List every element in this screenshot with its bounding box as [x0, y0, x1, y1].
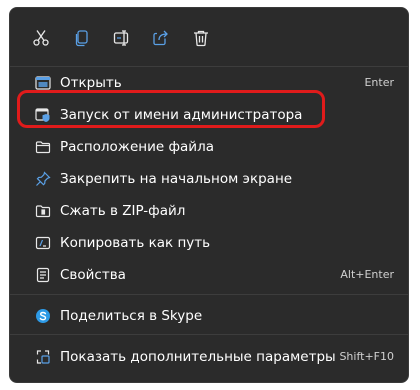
menu-item-label: Свойства [60, 267, 126, 283]
pin-icon [34, 170, 52, 188]
menu-item-run-as-admin[interactable]: Запуск от имени администратора [14, 100, 404, 130]
menu-item-shortcut: Enter [364, 76, 394, 89]
copy-path-icon [34, 234, 52, 252]
menu-item-file-location[interactable]: Расположение файла [14, 132, 404, 162]
cut-button[interactable] [27, 24, 55, 52]
menu-item-label: Открыть [60, 75, 122, 91]
delete-button[interactable] [187, 24, 215, 52]
quick-actions-toolbar [10, 8, 408, 64]
menu-item-shortcut: Shift+F10 [339, 350, 394, 363]
properties-icon [34, 266, 52, 284]
copy-button[interactable] [68, 24, 96, 52]
menu-item-show-more-options[interactable]: Показать дополнительные параметры Shift+… [14, 342, 404, 372]
menu-item-label: Расположение файла [60, 139, 214, 155]
copy-icon [75, 30, 88, 47]
menu-item-label: Копировать как путь [60, 235, 211, 251]
folder-icon [34, 138, 52, 156]
menu-divider [10, 294, 408, 295]
more-options-icon [34, 348, 52, 366]
menu-item-share-skype[interactable]: Поделиться в Skype [14, 301, 404, 331]
menu-item-pin-to-start[interactable]: Закрепить на начальном экране [14, 164, 404, 194]
menu-divider [10, 334, 408, 335]
menu-item-properties[interactable]: Свойства Alt+Enter [14, 260, 404, 290]
delete-icon [194, 30, 208, 47]
rename-button[interactable] [108, 24, 136, 52]
toolbar-divider [10, 66, 408, 67]
menu-item-shortcut: Alt+Enter [340, 268, 394, 281]
menu-item-label: Показать дополнительные параметры [60, 349, 336, 365]
menu-item-compress-zip[interactable]: Сжать в ZIP-файл [14, 196, 404, 226]
shield-icon [34, 106, 52, 124]
zip-folder-icon [34, 202, 52, 220]
menu-item-label: Поделиться в Skype [60, 308, 203, 324]
skype-icon [34, 307, 52, 325]
menu-item-copy-as-path[interactable]: Копировать как путь [14, 228, 404, 258]
cut-icon [33, 30, 49, 46]
menu-item-label: Сжать в ZIP-файл [60, 203, 186, 219]
rename-icon [113, 30, 129, 46]
menu-item-open[interactable]: Открыть Enter [14, 68, 404, 98]
share-icon [153, 30, 168, 46]
open-app-icon [34, 74, 52, 92]
share-button[interactable] [147, 24, 175, 52]
context-menu: Открыть Enter Запуск от имени администра… [9, 7, 409, 383]
menu-item-label: Закрепить на начальном экране [60, 171, 293, 187]
menu-item-label: Запуск от имени администратора [60, 107, 303, 123]
